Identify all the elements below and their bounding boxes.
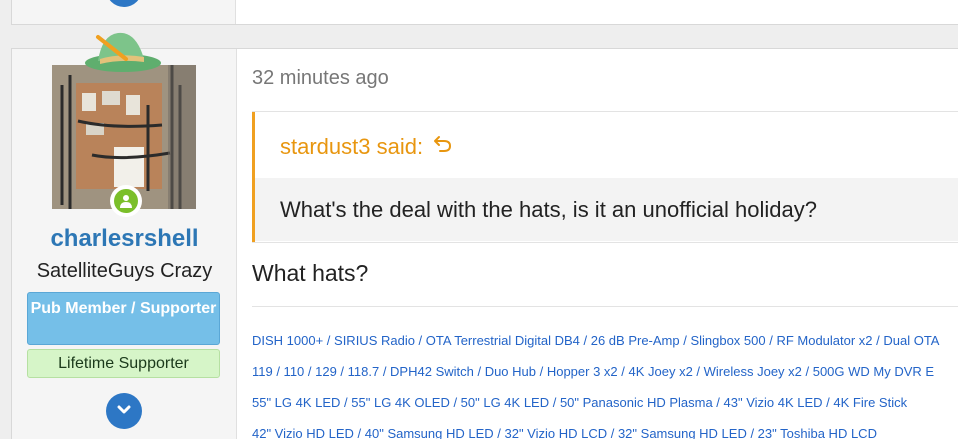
pub-member-banner: Pub Member / Supporter: [27, 292, 220, 345]
quote-divider: [252, 242, 958, 243]
signature-line[interactable]: 55" LG 4K LED / 55" LG 4K OLED / 50" LG …: [252, 395, 907, 410]
reply-arrow-icon[interactable]: [433, 134, 453, 160]
signature-divider: [252, 306, 958, 307]
forum-post: charlesrshell SatelliteGuys Crazy Pub Me…: [11, 32, 958, 439]
signature-line[interactable]: 42" Vizio HD LED / 40" Samsung HD LED / …: [252, 426, 877, 439]
previous-post: [11, 0, 958, 25]
chevron-down-icon: [117, 402, 131, 420]
user-title: SatelliteGuys Crazy: [36, 260, 213, 282]
hat-icon: [84, 29, 162, 73]
quote-text: What's the deal with the hats, is it an …: [255, 178, 958, 241]
expand-user-info-button[interactable]: [106, 393, 142, 429]
quote-block: stardust3 said: What's the deal with the…: [252, 112, 958, 242]
signature-line[interactable]: 119 / 110 / 129 / 118.7 / DPH42 Switch /…: [252, 364, 934, 379]
post-timestamp[interactable]: 32 minutes ago: [252, 67, 389, 90]
online-person-icon: [114, 189, 138, 213]
signature-line[interactable]: DISH 1000+ / SIRIUS Radio / OTA Terrestr…: [252, 333, 939, 348]
user-info-panel: charlesrshell SatelliteGuys Crazy Pub Me…: [12, 32, 237, 439]
lifetime-supporter-banner: Lifetime Supporter: [27, 349, 220, 378]
quote-author[interactable]: stardust3 said:: [280, 134, 423, 160]
online-status-badge: [110, 185, 142, 217]
username[interactable]: charlesrshell: [12, 225, 237, 253]
quote-attribution[interactable]: stardust3 said:: [280, 134, 453, 160]
post-message: What hats?: [252, 260, 369, 286]
